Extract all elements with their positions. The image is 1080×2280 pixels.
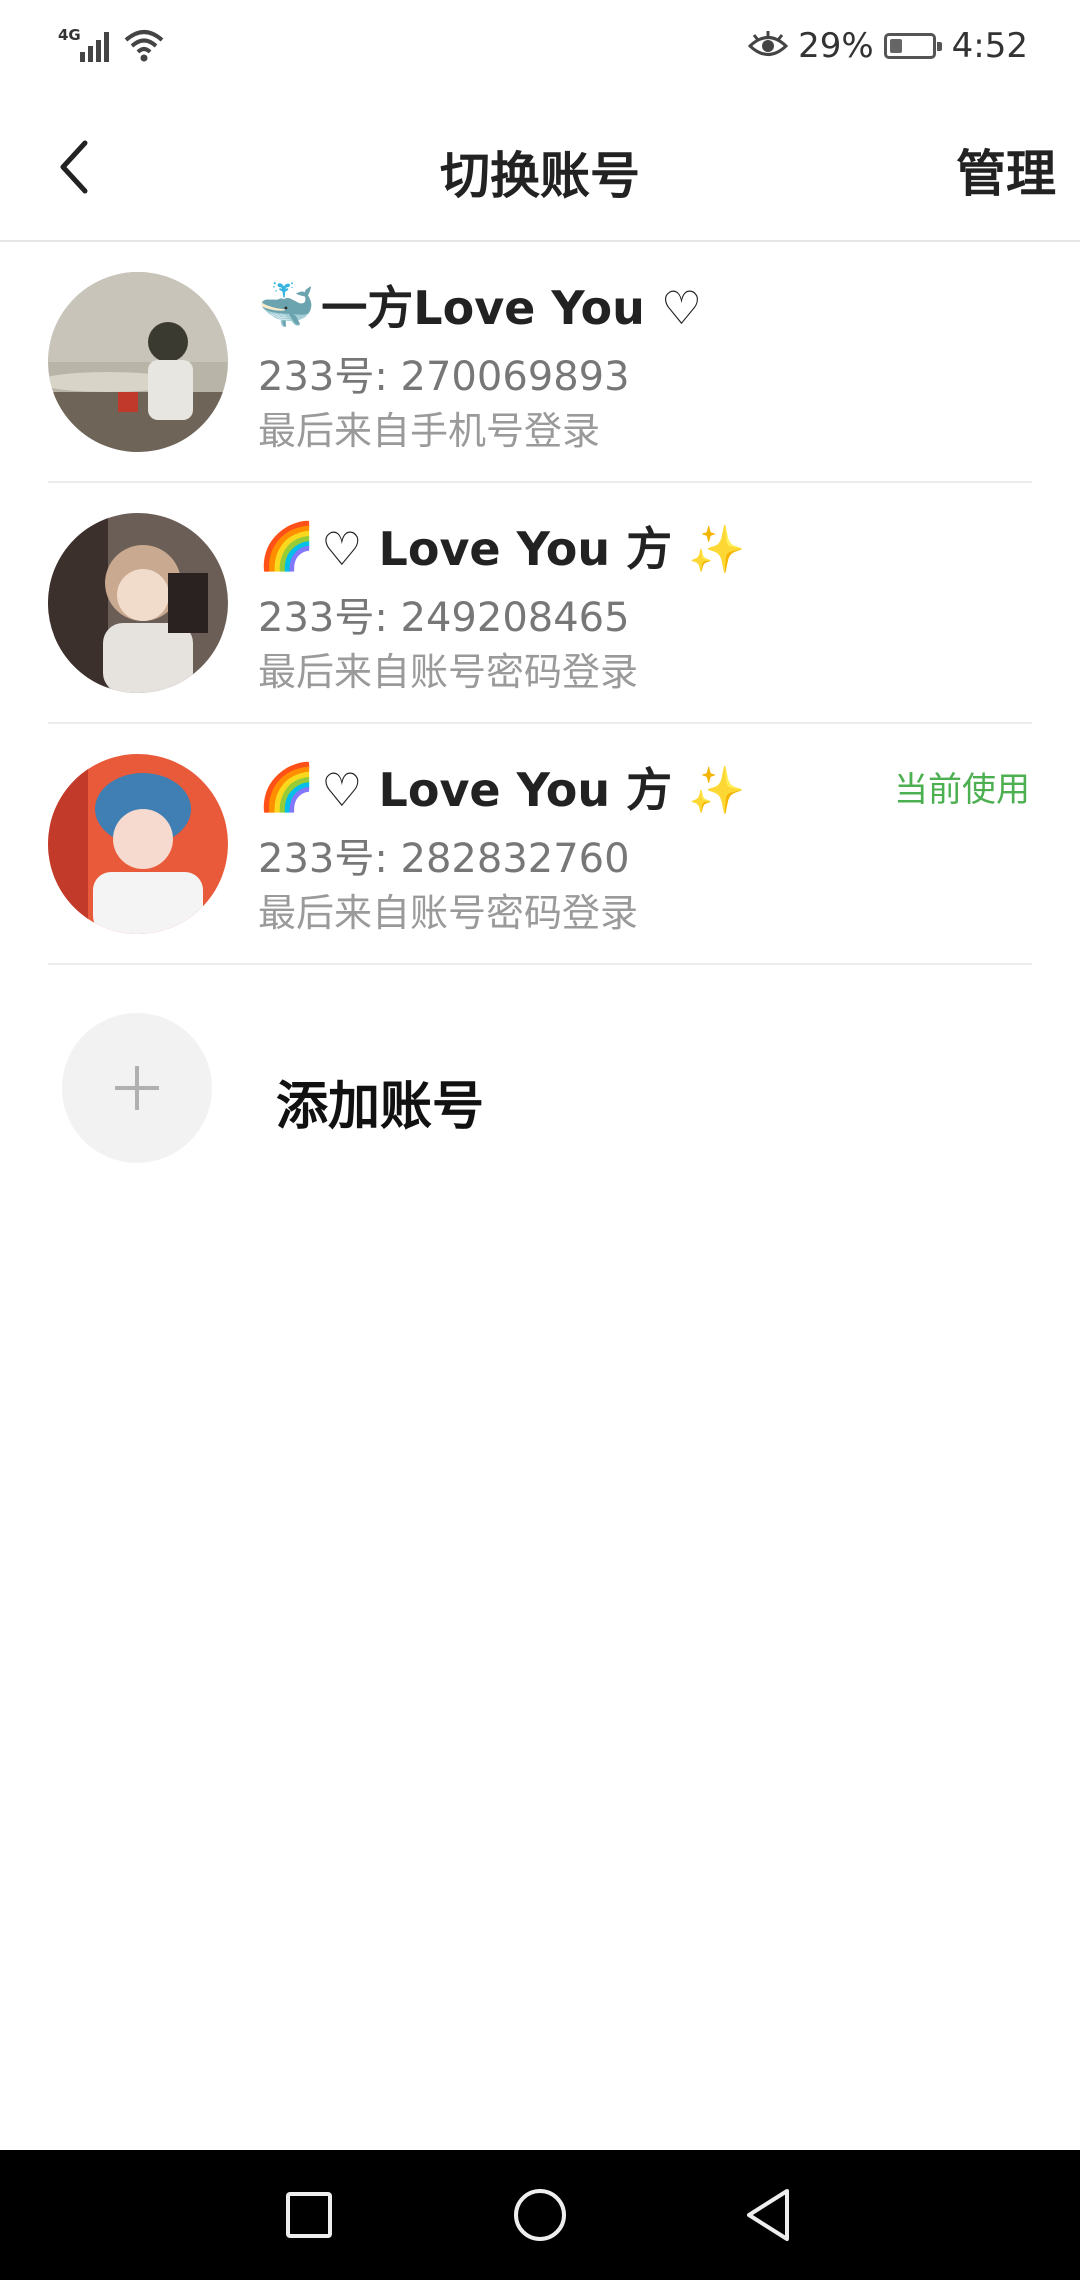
account-item[interactable]: 🌈 ♡ Love You 方 ✨ 233号: 282832760 最后来自账号密… bbox=[0, 724, 1080, 965]
account-list: 🐳 一方Love You ♡ 233号: 270069893 最后来自手机号登录… bbox=[0, 242, 1080, 965]
navigation-bar bbox=[0, 2150, 1080, 2280]
back-nav-button[interactable] bbox=[733, 2180, 803, 2250]
manage-button[interactable]: 管理 bbox=[956, 134, 1056, 206]
status-right: 29% 4:52 bbox=[748, 20, 1028, 72]
name-emoji: 🌈 bbox=[258, 518, 316, 573]
account-name: 🌈 ♡ Love You 方 ✨ bbox=[258, 513, 745, 579]
add-account-button[interactable]: 添加账号 bbox=[0, 1000, 1080, 1163]
add-account-label: 添加账号 bbox=[276, 1077, 485, 1137]
header: 切换账号 管理 bbox=[0, 92, 1080, 242]
home-icon bbox=[514, 2189, 566, 2241]
name-text: ♡ Love You 方 ✨ bbox=[321, 522, 746, 576]
battery-icon bbox=[883, 33, 942, 59]
add-account-circle bbox=[62, 1013, 212, 1163]
avatar bbox=[48, 754, 228, 934]
login-method: 最后来自账号密码登录 bbox=[258, 891, 639, 935]
divider bbox=[48, 963, 1032, 965]
avatar bbox=[48, 272, 228, 452]
name-text: ♡ Love You 方 ✨ bbox=[321, 763, 746, 817]
back-icon bbox=[747, 2189, 789, 2241]
account-name: 🌈 ♡ Love You 方 ✨ bbox=[258, 754, 745, 820]
name-emoji: 🐳 bbox=[258, 277, 316, 332]
back-arrow-icon bbox=[60, 140, 88, 194]
account-uid: 233号: 270069893 bbox=[258, 354, 630, 400]
recent-apps-button[interactable] bbox=[274, 2180, 344, 2250]
name-text: 一方Love You ♡ bbox=[321, 281, 703, 335]
page-title: 切换账号 bbox=[440, 147, 640, 205]
battery-percent: 29% bbox=[798, 26, 874, 66]
account-uid: 233号: 249208465 bbox=[258, 595, 630, 641]
back-button[interactable] bbox=[40, 132, 110, 202]
login-method: 最后来自账号密码登录 bbox=[258, 650, 639, 694]
account-name: 🐳 一方Love You ♡ bbox=[258, 272, 702, 338]
login-method: 最后来自手机号登录 bbox=[258, 409, 601, 453]
plus-icon bbox=[115, 1066, 159, 1110]
clock: 4:52 bbox=[951, 26, 1028, 66]
eye-comfort-icon bbox=[748, 31, 789, 56]
account-item[interactable]: 🐳 一方Love You ♡ 233号: 270069893 最后来自手机号登录 bbox=[0, 242, 1080, 483]
recent-apps-icon bbox=[286, 2192, 332, 2238]
avatar bbox=[48, 513, 228, 693]
wifi-icon bbox=[124, 30, 164, 62]
battery-level bbox=[889, 39, 902, 53]
account-uid: 233号: 282832760 bbox=[258, 836, 630, 882]
name-emoji: 🌈 bbox=[258, 759, 316, 814]
status-bar: 4G 29% 4:52 bbox=[0, 0, 1080, 92]
account-item[interactable]: 🌈 ♡ Love You 方 ✨ 233号: 249208465 最后来自账号密… bbox=[0, 483, 1080, 724]
current-account-badge: 当前使用 bbox=[894, 770, 1030, 810]
home-button[interactable] bbox=[505, 2180, 575, 2250]
